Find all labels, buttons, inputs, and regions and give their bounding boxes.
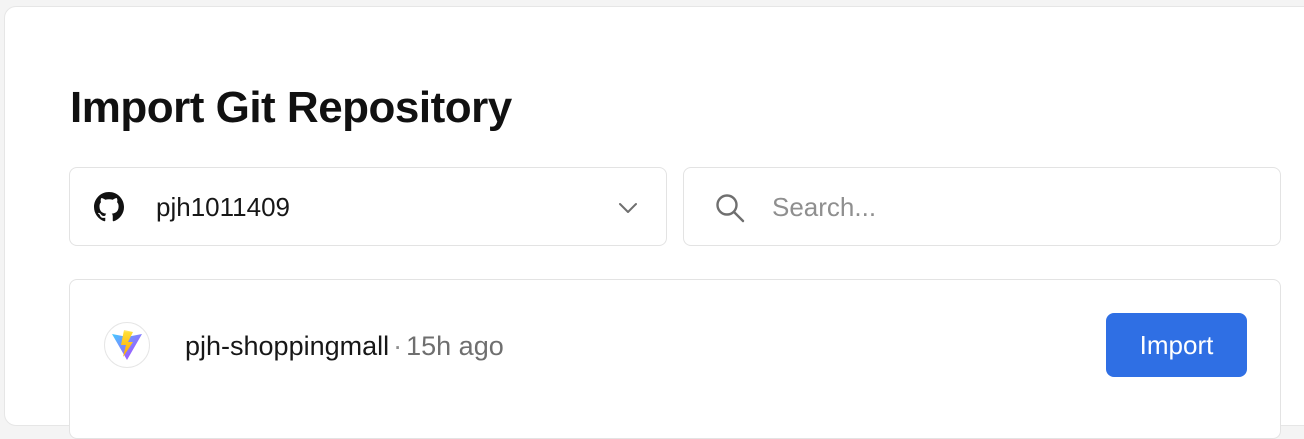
account-name: pjh1011409 <box>156 192 290 222</box>
account-selector[interactable]: pjh1011409 <box>69 167 667 246</box>
search-input[interactable] <box>772 186 1252 228</box>
import-button[interactable]: Import <box>1106 313 1247 377</box>
repo-info: pjh-shoppingmall · 15h ago <box>185 330 504 362</box>
search-box <box>683 167 1281 246</box>
repo-avatar <box>104 322 150 368</box>
search-icon <box>716 194 745 223</box>
chevron-down-icon <box>619 203 637 213</box>
page-title: Import Git Repository <box>70 83 512 132</box>
vite-logo-icon <box>112 330 142 360</box>
repo-updated-time: 15h ago <box>406 331 504 361</box>
repo-separator: · <box>393 331 403 361</box>
repo-name[interactable]: pjh-shoppingmall <box>185 331 389 361</box>
repository-list: pjh-shoppingmall · 15h ago Import <box>69 279 1281 439</box>
github-icon <box>94 192 124 222</box>
list-item: pjh-shoppingmall · 15h ago Import <box>70 280 1280 410</box>
